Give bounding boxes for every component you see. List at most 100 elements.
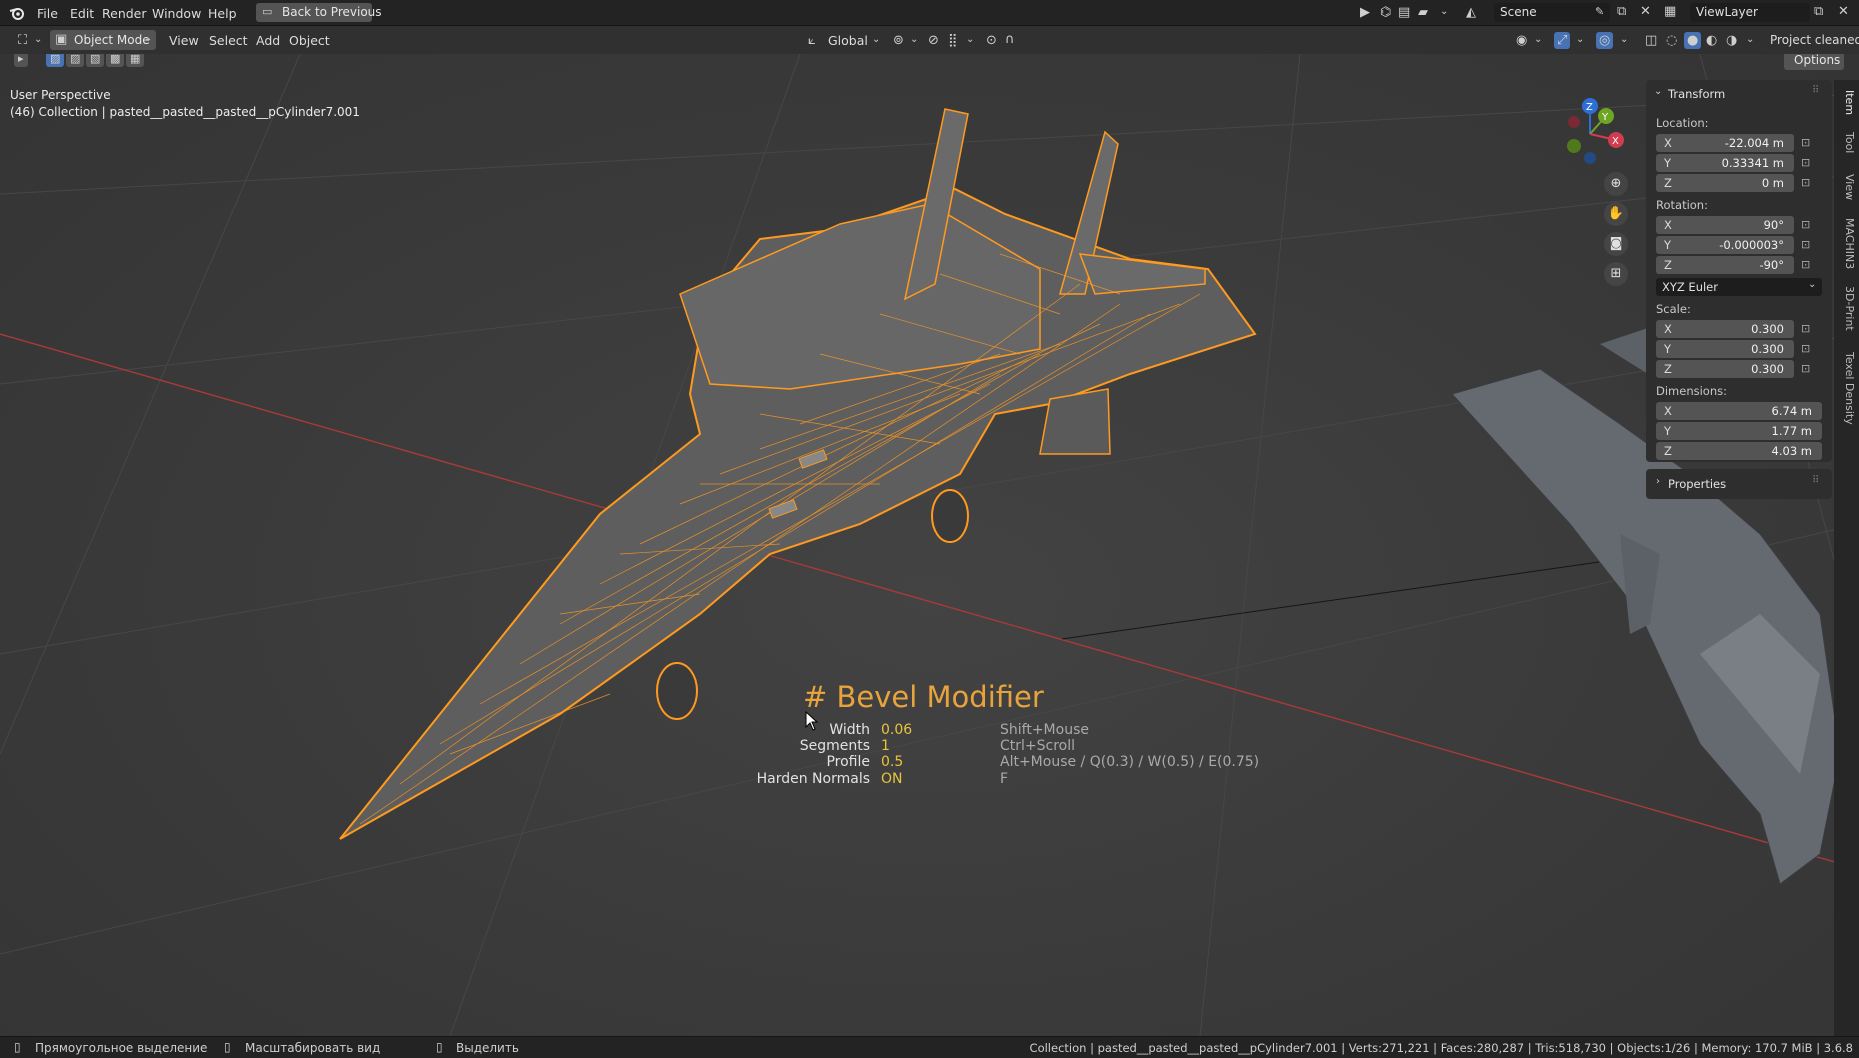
tab-machin3[interactable]: MACHIN3 xyxy=(1838,218,1856,269)
tab-item[interactable]: Item xyxy=(1838,90,1856,115)
snap-increment-icon[interactable]: ⣿ xyxy=(948,34,958,47)
overlays-icon[interactable]: ◎ xyxy=(1596,32,1614,49)
chevron-down-icon[interactable]: ⌄ xyxy=(34,35,42,45)
blender-logo-icon[interactable] xyxy=(9,6,25,23)
orientation-global[interactable]: Global xyxy=(828,33,868,48)
tab-texel-density[interactable]: Texel Density xyxy=(1838,352,1856,425)
visibility-icon[interactable]: ◉ xyxy=(1516,34,1527,47)
rotation-x-field[interactable]: X 90° xyxy=(1656,216,1794,234)
object-mode-dropdown[interactable]: ▣ Object Mode ⌄ xyxy=(50,30,156,50)
image-icon[interactable]: ▤ xyxy=(1398,6,1410,19)
view-layer-icon[interactable]: ▦ xyxy=(1664,5,1676,18)
rotation-z-field[interactable]: Z -90° xyxy=(1656,256,1794,274)
new-view-layer-icon[interactable]: ⧉ xyxy=(1814,5,1823,18)
render-icon[interactable]: ⌬ xyxy=(1380,6,1391,19)
scale-x-field[interactable]: X 0.300 xyxy=(1656,320,1794,338)
lock-icon[interactable]: ⊡ xyxy=(1801,156,1817,170)
chevron-down-icon[interactable]: ⌄ xyxy=(1654,87,1662,97)
rotation-mode-dropdown[interactable]: XYZ Euler ⌄ xyxy=(1656,278,1822,296)
dimensions-z-field[interactable]: Z 4.03 m xyxy=(1656,442,1822,460)
select-subtract-icon[interactable]: ▧ xyxy=(86,54,105,67)
select-extend-icon[interactable]: ▨ xyxy=(66,54,85,67)
falloff-icon[interactable]: ∩ xyxy=(1005,33,1015,46)
tab-3d-print[interactable]: 3D-Print xyxy=(1838,286,1856,331)
scene-selector[interactable]: Scene xyxy=(1494,3,1610,22)
chevron-down-icon[interactable]: ⌄ xyxy=(966,35,974,45)
wireframe-shading-icon[interactable]: ◌ xyxy=(1666,34,1677,47)
drag-handle-icon[interactable]: ⠿ xyxy=(1812,86,1819,96)
rendered-shading-icon[interactable]: ◑ xyxy=(1726,34,1737,47)
pin-icon[interactable]: ✎ xyxy=(1595,6,1604,17)
delete-scene-icon[interactable]: ✕ xyxy=(1640,5,1651,18)
lock-icon[interactable]: ⊡ xyxy=(1801,136,1817,150)
menu-help[interactable]: Help xyxy=(208,6,237,21)
lock-icon[interactable]: ⊡ xyxy=(1801,362,1817,376)
back-to-previous-button[interactable]: ▭ Back to Previous xyxy=(256,3,382,22)
properties-panel[interactable]: › Properties ⠿ xyxy=(1646,469,1832,499)
menu-window[interactable]: Window xyxy=(152,6,201,21)
menu-file[interactable]: File xyxy=(37,6,58,21)
menu-edit[interactable]: Edit xyxy=(70,6,94,21)
proportional-editing-icon[interactable]: ⊙ xyxy=(986,34,997,47)
chevron-down-icon[interactable]: ⌄ xyxy=(1746,35,1754,45)
lock-icon[interactable]: ⊡ xyxy=(1801,218,1817,232)
menu-view[interactable]: View xyxy=(169,33,199,48)
view-layer-selector[interactable]: ViewLayer xyxy=(1690,3,1810,22)
gizmo-x-label: X xyxy=(1612,136,1619,147)
location-x-value: -22.004 m xyxy=(1724,136,1784,150)
tab-view[interactable]: View xyxy=(1838,174,1856,200)
options-dropdown[interactable]: Options xyxy=(1784,54,1844,70)
new-scene-icon[interactable]: ⧉ xyxy=(1617,5,1626,18)
pivot-point-icon[interactable]: ⊚ xyxy=(893,34,904,47)
tool-select-icon[interactable]: ▸ xyxy=(14,54,28,67)
dimensions-y-field[interactable]: Y 1.77 m xyxy=(1656,422,1822,440)
menu-render[interactable]: Render xyxy=(102,6,147,21)
camera-icon[interactable]: ◙ xyxy=(1604,232,1628,256)
select-new-icon[interactable]: ▨ xyxy=(46,54,65,67)
perspective-grid-icon[interactable]: ⊞ xyxy=(1604,262,1628,286)
chevron-down-icon[interactable]: ⌄ xyxy=(910,35,918,45)
editor-type-icon[interactable]: ⛶ xyxy=(18,34,27,47)
chevron-down-icon[interactable]: ⌄ xyxy=(1440,7,1448,17)
play-icon[interactable]: ▶ xyxy=(1360,6,1370,19)
lock-icon[interactable]: ⊡ xyxy=(1801,176,1817,190)
select-intersect-icon[interactable]: ▩ xyxy=(106,54,125,67)
transform-orientation-icon[interactable]: ⟀ xyxy=(808,34,816,47)
snap-icon[interactable]: ⊘ xyxy=(928,34,939,47)
gizmo-toggle-icon[interactable]: ⤢ xyxy=(1554,32,1571,49)
solid-shading-icon[interactable]: ● xyxy=(1684,32,1702,49)
chevron-down-icon[interactable]: ⌄ xyxy=(1534,35,1542,45)
chevron-down-icon[interactable]: ⌄ xyxy=(1576,35,1584,45)
xray-icon[interactable]: ◫ xyxy=(1645,34,1657,47)
tab-tool[interactable]: Tool xyxy=(1838,132,1856,153)
menu-add[interactable]: Add xyxy=(256,33,280,48)
scene-statistics: Collection | pasted__pasted__pasted__pCy… xyxy=(1029,1041,1853,1055)
lock-icon[interactable]: ⊡ xyxy=(1801,238,1817,252)
location-y-field[interactable]: Y 0.33341 m xyxy=(1656,154,1794,172)
lock-icon[interactable]: ⊡ xyxy=(1801,258,1817,272)
delete-view-layer-icon[interactable]: ✕ xyxy=(1838,5,1849,18)
pan-hand-icon[interactable]: ✋ xyxy=(1604,202,1628,226)
gizmo-z-label: Z xyxy=(1586,102,1593,113)
drag-handle-icon[interactable]: ⠿ xyxy=(1812,476,1819,486)
menu-select[interactable]: Select xyxy=(209,33,248,48)
transform-title[interactable]: Transform xyxy=(1668,87,1725,101)
scale-y-field[interactable]: Y 0.300 xyxy=(1656,340,1794,358)
location-x-field[interactable]: X -22.004 m xyxy=(1656,134,1794,152)
scene-icon[interactable]: ◭ xyxy=(1466,6,1476,19)
material-shading-icon[interactable]: ◐ xyxy=(1706,34,1717,47)
scale-z-field[interactable]: Z 0.300 xyxy=(1656,360,1794,378)
location-z-field[interactable]: Z 0 m xyxy=(1656,174,1794,192)
3d-viewport[interactable]: User Perspective (46) Collection | paste… xyxy=(0,54,1859,1036)
folder-icon[interactable]: ▰ xyxy=(1418,6,1428,19)
rotation-y-field[interactable]: Y -0.000003° xyxy=(1656,236,1794,254)
menu-object[interactable]: Object xyxy=(289,33,330,48)
zoom-icon[interactable]: ⊕ xyxy=(1604,172,1628,196)
select-invert-icon[interactable]: ▦ xyxy=(126,54,145,67)
chevron-down-icon[interactable]: ⌄ xyxy=(872,35,880,45)
dimensions-x-field[interactable]: X 6.74 m xyxy=(1656,402,1822,420)
lock-icon[interactable]: ⊡ xyxy=(1801,322,1817,336)
chevron-down-icon[interactable]: ⌄ xyxy=(1620,35,1628,45)
navigation-gizmo[interactable]: Z Y X xyxy=(1550,94,1630,174)
lock-icon[interactable]: ⊡ xyxy=(1801,342,1817,356)
